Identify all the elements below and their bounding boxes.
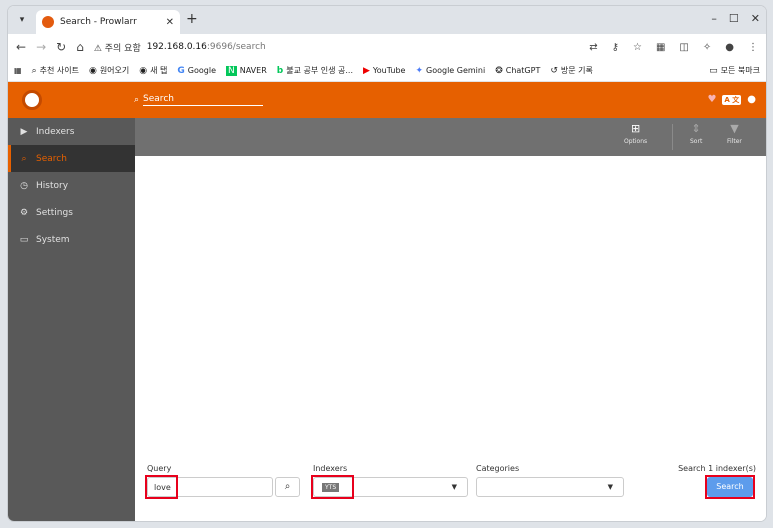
bookmark-item[interactable]: ↺ 방문 기록	[550, 65, 593, 76]
play-icon: ▶	[20, 126, 28, 137]
tab-search-icon[interactable]: ▾	[14, 12, 30, 28]
bookmark-item[interactable]: G Google	[177, 66, 216, 76]
header-actions: ♥ A 文 ●	[707, 94, 756, 105]
translate-icon[interactable]: A 文	[722, 94, 742, 105]
options-button[interactable]: ⊞ Options	[624, 122, 647, 145]
filter-icon: ▼	[730, 122, 739, 135]
chevron-down-icon: ▼	[451, 483, 457, 491]
gears-icon: ⚙	[19, 207, 29, 218]
profile-avatar-icon[interactable]: ●	[725, 42, 734, 53]
categories-select[interactable]: ▼	[476, 477, 624, 497]
query-input[interactable]: love	[147, 477, 273, 497]
apps-grid-icon[interactable]: ▦	[14, 66, 22, 75]
chatgpt-icon: ❂	[495, 65, 503, 76]
youtube-icon: ▶	[363, 65, 370, 76]
history-icon: ↺	[550, 65, 558, 76]
categories-label: Categories	[476, 464, 520, 473]
laptop-icon: ▭	[19, 234, 29, 245]
home-icon[interactable]: ⌂	[76, 40, 84, 54]
bookmark-item[interactable]: ▶ YouTube	[363, 66, 405, 76]
bookmark-item[interactable]: b 불교 공부 인생 공...	[277, 65, 353, 76]
close-window-icon[interactable]: ✕	[751, 12, 760, 25]
toolbar-divider	[672, 124, 673, 150]
prowlarr-app: ⌕ Search ♥ A 文 ● ▶ Indexers ⌕ Search ◷ H…	[8, 82, 766, 521]
gemini-icon: ✦	[415, 65, 423, 76]
forward-icon[interactable]: →	[36, 40, 46, 54]
search-count-label: Search 1 indexer(s)	[678, 464, 756, 473]
header-search-input[interactable]: Search	[143, 94, 264, 106]
url-host: 192.168.0.16	[146, 42, 207, 52]
sidebar-item-settings[interactable]: ⚙ Settings	[8, 199, 135, 226]
main-content: ⊞ Options ⇕ Sort ▼ Filter Query love ⌕ I…	[135, 118, 766, 521]
toolbar-icons: ⇄ ⚷ ☆ ▦ ◫ ✧ ● ⋮	[589, 42, 758, 53]
heart-icon[interactable]: ♥	[707, 94, 716, 105]
bookmark-item[interactable]: ❂ ChatGPT	[495, 66, 540, 76]
browser-toolbar: ← → ↻ ⌂ ⚠ 주의 요함 192.168.0.16:9696/search…	[8, 34, 766, 60]
bookmarks-bar: ▦ ⌕ 추천 사이트 ◉ 원어오기 ◉ 새 탭 G Google N NAVER b 불교 …	[8, 60, 766, 82]
minimize-icon[interactable]: –	[711, 12, 717, 25]
url-path: :9696/search	[206, 42, 266, 52]
indexers-label: Indexers	[313, 464, 348, 473]
clock-icon: ◷	[20, 180, 28, 191]
search-icon: ⌕	[134, 95, 140, 105]
bookmark-item[interactable]: ◉ 원어오기	[89, 65, 129, 76]
tab-strip: ▾ Search - Prowlarr ✕ + – ☐ ✕	[8, 6, 766, 34]
sidebar-item-indexers[interactable]: ▶ Indexers	[8, 118, 135, 145]
menu-kebab-icon[interactable]: ⋮	[748, 42, 758, 53]
google-icon: G	[177, 65, 185, 76]
query-label: Query	[147, 464, 172, 473]
indexer-tag: YTS	[322, 483, 340, 492]
globe-icon: ◉	[139, 65, 148, 76]
extensions-puzzle-icon[interactable]: ✧	[703, 42, 711, 53]
search-icon: ⌕	[284, 481, 291, 492]
prowlarr-favicon-icon	[42, 16, 54, 28]
address-bar[interactable]: ⚠ 주의 요함 192.168.0.16:9696/search	[94, 41, 266, 54]
sort-icon: ⇕	[691, 122, 701, 135]
bookmark-item[interactable]: ✦ Google Gemini	[415, 66, 485, 76]
extension-icon[interactable]: ▦	[656, 42, 665, 53]
sidebar-item-system[interactable]: ▭ System	[8, 226, 135, 253]
search-icon: ⌕	[31, 65, 37, 76]
page-toolbar: ⊞ Options ⇕ Sort ▼ Filter	[135, 118, 766, 156]
bookmark-star-icon[interactable]: ☆	[633, 42, 642, 53]
sidebar: ▶ Indexers ⌕ Search ◷ History ⚙ Settings…	[8, 118, 135, 521]
sort-button[interactable]: ⇕ Sort	[690, 122, 702, 145]
tab-title: Search - Prowlarr	[60, 17, 137, 27]
search-form: Query love ⌕ Indexers YTS ▼ Categories ▼…	[135, 464, 766, 514]
page-header: ⌕ Search ♥ A 文 ●	[8, 82, 766, 118]
screenshot-icon[interactable]: ◫	[679, 42, 688, 53]
naver-icon: N	[226, 65, 237, 76]
search-icon: ⌕	[21, 153, 27, 164]
browser-window: ▾ Search - Prowlarr ✕ + – ☐ ✕ ← → ↻ ⌂ ⚠ …	[8, 6, 766, 521]
maximize-icon[interactable]: ☐	[729, 12, 739, 25]
prowlarr-logo-icon[interactable]	[22, 90, 42, 110]
table-icon: ⊞	[630, 122, 641, 135]
window-controls: – ☐ ✕	[711, 12, 760, 25]
header-search[interactable]: ⌕ Search	[134, 94, 264, 106]
tab-close-icon[interactable]: ✕	[166, 17, 174, 28]
password-key-icon[interactable]: ⚷	[612, 42, 619, 53]
indexers-select[interactable]: YTS ▼	[313, 477, 468, 497]
security-warning[interactable]: ⚠ 주의 요함	[94, 41, 141, 54]
all-bookmarks[interactable]: ▭ 모든 북마크	[709, 65, 760, 76]
bookmark-item[interactable]: ◉ 새 탭	[139, 65, 167, 76]
chevron-down-icon: ▼	[607, 483, 613, 491]
globe-icon: ◉	[88, 65, 97, 76]
blog-icon: b	[276, 65, 284, 76]
search-button[interactable]: Search	[707, 477, 753, 497]
browser-tab[interactable]: Search - Prowlarr ✕	[36, 10, 180, 34]
query-search-button[interactable]: ⌕	[275, 477, 300, 497]
back-icon[interactable]: ←	[16, 40, 26, 54]
bookmark-item[interactable]: N NAVER	[226, 65, 267, 76]
sidebar-item-search[interactable]: ⌕ Search	[8, 145, 135, 172]
new-tab-icon[interactable]: +	[186, 11, 198, 27]
reload-icon[interactable]: ↻	[56, 40, 66, 54]
filter-button[interactable]: ▼ Filter	[727, 122, 742, 145]
bookmark-item[interactable]: ⌕ 추천 사이트	[32, 65, 79, 76]
sidebar-item-history[interactable]: ◷ History	[8, 172, 135, 199]
user-icon[interactable]: ●	[747, 94, 756, 105]
folder-icon: ▭	[709, 65, 718, 76]
translate-icon[interactable]: ⇄	[589, 42, 597, 53]
